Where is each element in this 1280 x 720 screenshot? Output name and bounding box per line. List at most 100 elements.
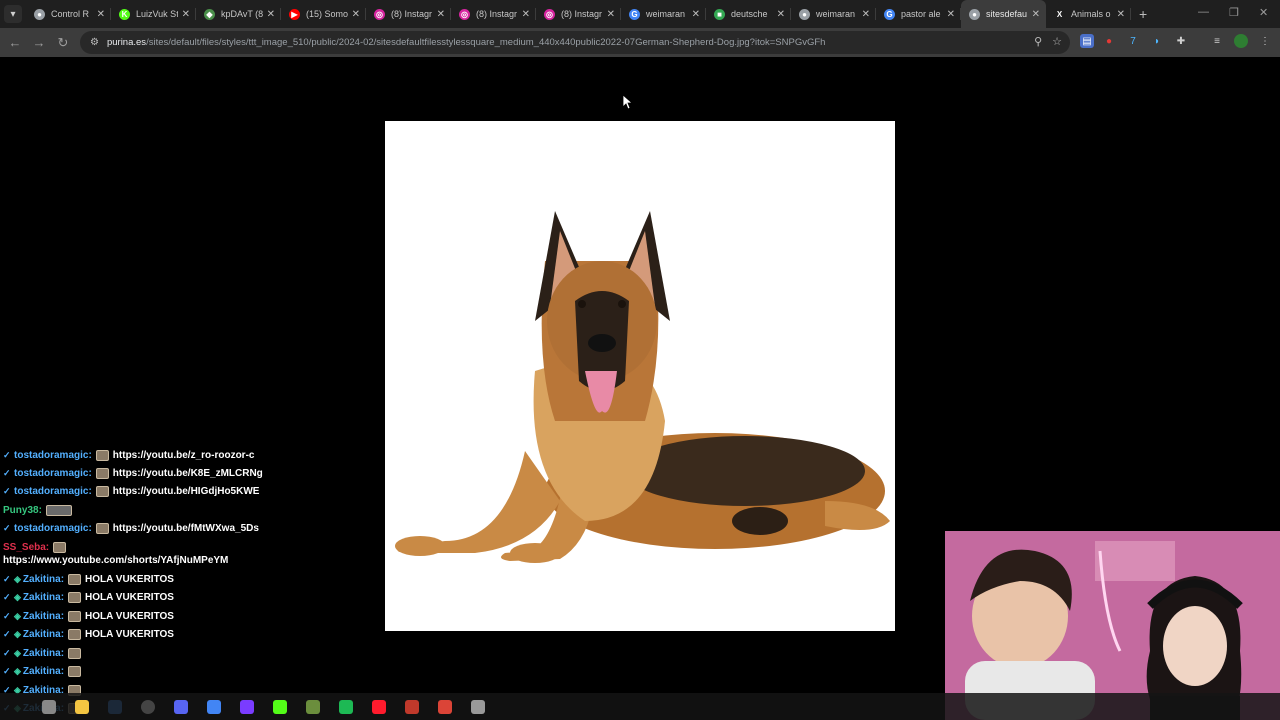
tab-close-icon[interactable]: ✕ — [607, 9, 615, 20]
browser-tab[interactable]: Gweimaran ✕ — [621, 0, 706, 28]
verified-badge-icon: ✓ — [3, 486, 11, 496]
chat-message-text[interactable]: https://youtu.be/HIGdjHo5KWE — [113, 486, 260, 497]
tab-title: (15) Somo — [306, 9, 348, 19]
opera-icon[interactable] — [372, 700, 386, 714]
chat-username[interactable]: tostadoramagic: — [14, 486, 92, 497]
stream-chat-overlay: ✓ tostadoramagic: https://youtu.be/z_ro-ro… — [0, 450, 330, 720]
globe-icon: ● — [34, 8, 45, 20]
url-text[interactable]: purina.es/sites/default/files/styles/ttt… — [107, 37, 1027, 48]
app-misc-icon[interactable] — [471, 700, 485, 714]
tab-list: ● Control R ✕ K LuizVuk Stu ✕ ◆ kpDAvT (8 ✕ ▶ (15)… — [26, 0, 1131, 28]
tab-close-icon[interactable]: ✕ — [1117, 9, 1125, 20]
search-taskbar-icon[interactable] — [42, 700, 56, 714]
globe-icon: ● — [969, 8, 980, 20]
chat-emote-icon — [68, 648, 82, 659]
browser-tab[interactable]: ◆ kpDAvT (8 ✕ — [196, 0, 281, 28]
subscriber-badge-icon: ◈ — [14, 666, 21, 676]
dog-image[interactable] — [385, 121, 895, 631]
spotify-icon[interactable] — [339, 700, 353, 714]
tab-close-icon[interactable]: ✕ — [947, 9, 955, 20]
browser-tab[interactable]: ● sitesdefau ✕ — [961, 0, 1046, 28]
chat-username[interactable]: Zakitina: — [23, 648, 64, 659]
browser-tab[interactable]: X Animals o ✕ — [1046, 0, 1131, 28]
chat-message-text: HOLA VUKERITOS — [85, 592, 174, 603]
profile-avatar[interactable] — [1234, 34, 1248, 48]
chat-message-text[interactable]: https://youtu.be/K8E_zMLCRNg — [113, 468, 263, 479]
close-window-icon[interactable]: ✕ — [1259, 6, 1268, 19]
instagram-icon: ◎ — [374, 8, 385, 20]
chat-username[interactable]: tostadoramagic: — [14, 450, 92, 461]
chat-message-text: HOLA VUKERITOS — [85, 611, 174, 622]
tab-close-icon[interactable]: ✕ — [862, 9, 870, 20]
tab-title: weimaran — [646, 9, 686, 19]
tab-close-icon[interactable]: ✕ — [182, 9, 190, 20]
chat-message-text: HOLA VUKERITOS — [85, 574, 174, 585]
address-bar[interactable]: ⚙ purina.es/sites/default/files/styles/t… — [80, 31, 1070, 54]
tab-search-icon[interactable]: ▾ — [4, 5, 22, 23]
chat-username[interactable]: Zakitina: — [23, 666, 64, 677]
browser-tab[interactable]: ● weimaran ✕ — [791, 0, 876, 28]
tab-title: weimaran — [816, 9, 856, 19]
tab-close-icon[interactable]: ✕ — [267, 9, 275, 20]
bookmark-star-icon[interactable]: ☆ — [1052, 35, 1062, 48]
chrome-icon[interactable] — [207, 700, 221, 714]
browser-tab[interactable]: Gpastor ale ✕ — [876, 0, 961, 28]
minecraft-icon[interactable] — [306, 700, 320, 714]
reload-icon[interactable]: ↻ — [51, 31, 75, 55]
discord-icon[interactable] — [174, 700, 188, 714]
back-icon[interactable]: ← — [3, 31, 27, 55]
browser-tab[interactable]: ◎ (8) Instagr ✕ — [536, 0, 621, 28]
voicemeeter-icon[interactable] — [405, 700, 419, 714]
tab-title: (8) Instagr — [476, 9, 518, 19]
chat-username[interactable]: SS_Seba: — [3, 542, 49, 553]
minimize-icon[interactable]: — — [1198, 6, 1209, 18]
chat-username[interactable]: Zakitina: — [23, 592, 64, 603]
zoom-icon[interactable]: ⚲ — [1034, 35, 1042, 48]
translate-extension-icon[interactable]: ▤ — [1080, 34, 1094, 48]
tab-close-icon[interactable]: ✕ — [97, 9, 105, 20]
chat-username[interactable]: tostadoramagic: — [14, 468, 92, 479]
chat-message-text[interactable]: https://youtu.be/z_ro-roozor-c — [113, 450, 255, 461]
chat-username[interactable]: Zakitina: — [23, 629, 64, 640]
tab-title: (8) Instagr — [561, 9, 603, 19]
browser-tab[interactable]: ■ deutsche ✕ — [706, 0, 791, 28]
verified-badge-icon: ✓ — [3, 574, 11, 584]
tab-close-icon[interactable]: ✕ — [352, 9, 360, 20]
tab-close-icon[interactable]: ✕ — [692, 9, 700, 20]
browser-tab[interactable]: ◎ (8) Instagr ✕ — [451, 0, 536, 28]
chat-username[interactable]: Puny38: — [3, 505, 42, 516]
tab-close-icon[interactable]: ✕ — [437, 9, 445, 20]
obs-icon[interactable] — [141, 700, 155, 714]
extension-7tv-icon[interactable]: 7 — [1126, 34, 1140, 48]
chrome-alt-icon[interactable] — [438, 700, 452, 714]
media-controls-icon[interactable]: ≡ — [1210, 34, 1224, 48]
browser-tab[interactable]: ● Control R ✕ — [26, 0, 111, 28]
tab-close-icon[interactable]: ✕ — [1032, 9, 1040, 20]
extensions-puzzle-icon[interactable]: ✚ — [1174, 34, 1188, 48]
instagram-icon: ◎ — [459, 8, 470, 20]
chat-username[interactable]: Zakitina: — [23, 611, 64, 622]
tab-title: Control R — [51, 9, 90, 19]
record-extension-icon[interactable]: ● — [1102, 34, 1116, 48]
chat-message-text[interactable]: https://youtu.be/fMtWXwa_5Ds — [113, 523, 259, 534]
chat-username[interactable]: Zakitina: — [23, 574, 64, 585]
maximize-icon[interactable]: ❐ — [1229, 6, 1239, 19]
app-c-icon[interactable] — [240, 700, 254, 714]
tab-title: kpDAvT (8 — [221, 9, 263, 19]
browser-tab[interactable]: ▶ (15) Somo ✕ — [281, 0, 366, 28]
chat-username[interactable]: tostadoramagic: — [14, 523, 92, 534]
new-tab-icon[interactable]: + — [1139, 6, 1147, 22]
site-info-icon[interactable]: ⚙ — [90, 37, 99, 48]
browser-tab[interactable]: K LuizVuk Stu ✕ — [111, 0, 196, 28]
screen: ▾ ● Control R ✕ K LuizVuk Stu ✕ ◆ kpDAvT (8 ✕ ▶ (1… — [0, 0, 1280, 720]
audio-extension-icon[interactable]: ◗ — [1150, 34, 1164, 48]
menu-kebab-icon[interactable]: ⋮ — [1258, 34, 1272, 48]
chat-message-text[interactable]: https://www.youtube.com/shorts/YAfjNuMPe… — [3, 555, 228, 566]
tab-close-icon[interactable]: ✕ — [522, 9, 530, 20]
file-explorer-icon[interactable] — [75, 700, 89, 714]
browser-tab[interactable]: ◎ (8) Instagr ✕ — [366, 0, 451, 28]
forward-icon[interactable]: → — [27, 31, 51, 55]
steam-icon[interactable] — [108, 700, 122, 714]
tab-close-icon[interactable]: ✕ — [777, 9, 785, 20]
kick-taskbar-icon[interactable] — [273, 700, 287, 714]
